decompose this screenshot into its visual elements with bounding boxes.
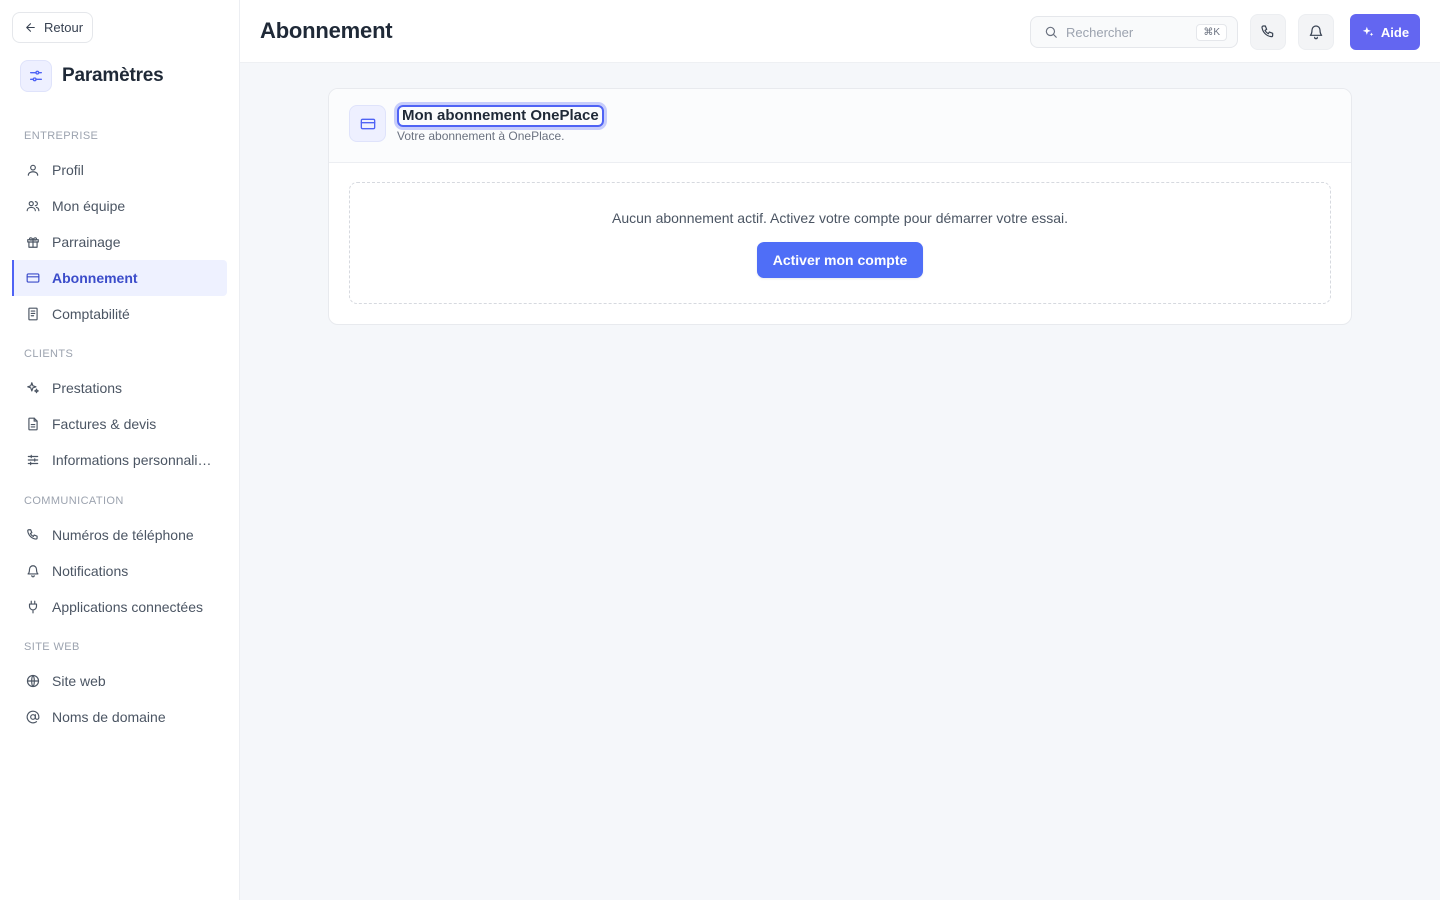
arrow-left-icon — [26, 23, 35, 32]
credit-card-icon — [349, 105, 386, 142]
nav-heading: ENTREPRISE — [24, 130, 99, 142]
sidebar-item-applications-connectees[interactable]: Applications connectées — [12, 589, 227, 625]
sidebar-item-profil[interactable]: Profil — [12, 152, 227, 188]
sidebar-item-mon-equipe[interactable]: Mon équipe — [12, 188, 227, 224]
nav-heading: COMMUNICATION — [24, 495, 124, 507]
phone-icon — [1261, 25, 1274, 38]
activate-account-button[interactable]: Activer mon compte — [756, 242, 924, 278]
globe-icon — [26, 674, 40, 688]
sidebar-item-label: Site web — [52, 673, 106, 689]
nav-section-clients: CLIENTS Prestations Factures & devis Inf… — [0, 348, 240, 478]
sidebar-item-label: Notifications — [52, 563, 129, 579]
bell-icon — [27, 565, 39, 578]
gift-icon — [27, 237, 39, 248]
sidebar-item-label: Mon équipe — [52, 198, 126, 214]
nav-heading: SITE WEB — [24, 641, 80, 653]
sidebar-item-informations-personnalisees[interactable]: Informations personnalisées — [12, 442, 227, 478]
subscription-card: Mon abonnement OnePlace Votre abonnement… — [328, 88, 1352, 325]
settings-icon — [20, 60, 52, 92]
help-button[interactable]: Aide — [1350, 14, 1420, 50]
sidebar-item-noms-de-domaine[interactable]: Noms de domaine — [12, 699, 227, 735]
page-title: Abonnement — [260, 18, 393, 43]
notifications-button[interactable] — [1298, 14, 1334, 50]
sparkles-icon — [27, 382, 39, 394]
sidebar-item-prestations[interactable]: Prestations — [12, 370, 227, 406]
sidebar-item-comptabilite[interactable]: Comptabilité — [12, 296, 227, 332]
sidebar-item-label: Abonnement — [52, 270, 138, 286]
sidebar-item-label: Comptabilité — [52, 306, 130, 322]
users-icon — [26, 201, 40, 212]
help-label: Aide — [1380, 24, 1410, 40]
sidebar-item-factures-devis[interactable]: Factures & devis — [12, 406, 227, 442]
sidebar-item-numeros-telephone[interactable]: Numéros de téléphone — [12, 517, 227, 553]
back-label: Retour — [44, 20, 84, 35]
sparkles-icon — [1362, 26, 1374, 37]
sidebar-item-site-web[interactable]: Site web — [12, 663, 227, 699]
search-shortcut-badge: ⌘K — [1196, 24, 1227, 41]
nav-section-communication: COMMUNICATION Numéros de téléphone Notif… — [0, 495, 240, 625]
sidebar-item-label: Informations personnalisées — [52, 452, 217, 468]
user-icon — [27, 164, 39, 176]
bell-icon — [1309, 25, 1323, 40]
nav-section-site-web: SITE WEB Site web Noms de domaine — [0, 641, 240, 735]
top-bar: Abonnement Rechercher ⌘K Aide — [240, 0, 1440, 63]
sliders-icon — [27, 454, 39, 466]
sidebar-item-label: Profil — [52, 162, 84, 178]
sidebar-item-label: Parrainage — [52, 234, 121, 250]
document-icon — [28, 417, 38, 431]
sidebar-item-notifications[interactable]: Notifications — [12, 553, 227, 589]
card-header: Mon abonnement OnePlace Votre abonnement… — [329, 89, 1351, 163]
at-icon — [26, 710, 40, 724]
search-placeholder: Rechercher — [1066, 24, 1134, 40]
sidebar-item-label: Prestations — [52, 380, 123, 396]
search-input[interactable]: Rechercher ⌘K — [1030, 16, 1238, 48]
ledger-icon — [28, 307, 38, 321]
empty-state: Aucun abonnement actif. Activez votre co… — [349, 182, 1331, 304]
back-button[interactable]: Retour — [12, 12, 93, 43]
credit-card-icon — [26, 273, 40, 283]
phone-button[interactable] — [1250, 14, 1286, 50]
sidebar-item-label: Applications connectées — [52, 599, 203, 615]
phone-icon — [27, 529, 38, 540]
settings-header: Paramètres — [20, 60, 164, 92]
empty-state-text: Aucun abonnement actif. Activez votre co… — [611, 210, 1068, 226]
plug-icon — [28, 600, 38, 614]
card-title: Mon abonnement OnePlace — [397, 105, 604, 127]
settings-title: Paramètres — [62, 65, 164, 86]
sidebar-item-label: Noms de domaine — [52, 709, 166, 725]
sidebar-item-label: Factures & devis — [52, 416, 157, 432]
nav-section-entreprise: ENTREPRISE Profil Mon équipe Parrainage … — [0, 130, 240, 332]
search-icon — [1045, 26, 1057, 38]
sidebar-item-parrainage[interactable]: Parrainage — [12, 224, 227, 260]
sidebar-item-label: Numéros de téléphone — [52, 527, 194, 543]
settings-sidebar: Retour Paramètres ENTREPRISE Profil Mon … — [0, 0, 240, 900]
sidebar-item-abonnement[interactable]: Abonnement — [12, 260, 227, 296]
card-subtitle: Votre abonnement à OnePlace. — [397, 129, 565, 143]
nav-heading: CLIENTS — [24, 348, 74, 360]
